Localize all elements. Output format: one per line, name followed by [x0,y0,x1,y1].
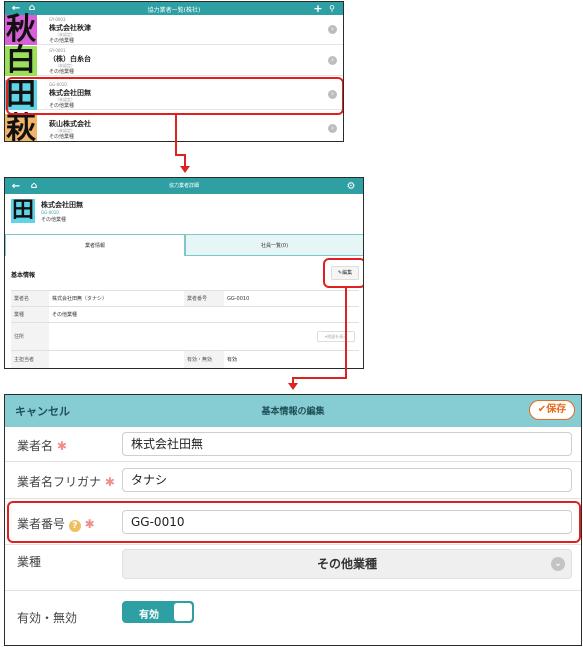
owner-value [49,351,184,368]
company-type: その他業種 [49,38,75,44]
industry-select[interactable]: その他業種 ⌄ [122,549,572,579]
field-row-kana: 業者名フリガナ ✱ タナシ [5,462,581,499]
field-row-name: 業者名 ✱ 株式会社田無 [5,427,581,462]
toggle-knob [174,603,192,621]
industry-select-value: その他業種 [316,557,377,571]
company-code: GG-0010 [41,210,59,215]
kana-label: 業者名フリガナ ✱ [17,475,115,489]
flow-arrow-head [288,383,298,390]
list-item[interactable]: 白 GY-0001 （株）白糸台 （未認定） その他業種 › [5,46,343,76]
name-input[interactable]: 株式会社田無 [122,432,572,456]
edit-title: 基本情報の編集 [261,407,325,417]
company-code: GY-0003 [49,17,66,22]
list-title: 協力業者一覧(株社) [147,7,201,14]
tab-company-info[interactable]: 業者情報 [5,234,185,256]
address-value [49,323,359,351]
industry-label: 業種 [11,307,49,323]
search-icon[interactable]: ⚲ [327,3,337,13]
company-type: その他業種 [49,69,75,75]
flow-arrow [345,287,347,378]
chevron-right-icon: › [328,56,337,65]
list-item[interactable]: 秋 GY-0003 株式会社秋津 （未認定） その他業種 › [5,15,343,45]
detail-screen: ← ⌂ 協力業者詳細 ⚙ 田 株式会社田無 GG-0010 その他業種 業者情報… [4,177,364,369]
company-name: 株式会社田無 [41,201,83,209]
number-field-highlight [7,501,581,543]
tab-employees[interactable]: 社員一覧(0) [185,234,363,256]
edit-button-highlight [323,258,363,288]
number-label: 業者番号 [184,291,224,307]
valid-toggle[interactable]: 有効 [122,601,194,623]
selected-row-highlight [6,77,343,115]
save-button-label: 保存 [546,404,567,415]
chevron-down-icon: ⌄ [551,557,565,571]
chevron-right-icon: › [328,124,337,133]
company-avatar: 萩 [5,111,37,142]
list-title-bar: ← ⌂ 協力業者一覧(株社) + ⚲ [5,2,343,15]
gear-icon[interactable]: ⚙ [345,180,357,192]
detail-title-bar: ← ⌂ 協力業者詳細 ⚙ [5,178,363,194]
number-value: GG-0010 [224,291,359,307]
valid-label: 有効・無効 [17,611,78,625]
detail-title: 協力業者詳細 [168,183,199,189]
name-value: 株式会社田無（タナシ） [49,291,184,307]
name-label: 業者名 [11,291,49,307]
valid-label: 有効・無効 [184,351,224,368]
valid-toggle-label: 有効 [139,610,159,621]
edit-screen: キャンセル 基本情報の編集 ✔保存 業者名 ✱ 株式会社田無 業者名フリガナ ✱… [4,394,582,646]
section-title: 基本情報 [11,272,36,279]
flow-arrow [292,377,347,379]
industry-label: 業種 [17,555,42,569]
edit-title-bar: キャンセル 基本情報の編集 ✔保存 [5,395,581,427]
company-avatar: 白 [5,43,37,78]
company-type: その他業種 [41,217,67,223]
add-icon[interactable]: + [313,2,323,15]
show-map-button[interactable]: ⌖地図を表示 [317,331,355,342]
list-screen: ← ⌂ 協力業者一覧(株社) + ⚲ 秋 GY-0003 株式会社秋津 （未認定… [4,1,344,142]
company-avatar: 秋 [5,12,37,47]
kana-input[interactable]: タナシ [122,468,572,492]
required-icon: ✱ [56,439,67,453]
save-button[interactable]: ✔保存 [529,400,575,420]
field-row-industry: 業種 その他業種 ⌄ [5,545,581,591]
required-icon: ✱ [104,475,115,489]
field-row-valid: 有効・無効 有効 [5,591,581,645]
info-table: 業者名 株式会社田無（タナシ） 業者番号 GG-0010 業種 その他業種 住所… [11,290,359,368]
industry-value: その他業種 [49,307,359,323]
company-type: その他業種 [49,134,75,140]
company-avatar: 田 [11,198,35,223]
chevron-right-icon: › [328,25,337,34]
address-label: 住所 [11,323,49,351]
list-item[interactable]: 萩 萩山株式会社 （未認定） その他業種 › [5,111,343,142]
check-icon: ✔ [537,404,547,415]
flow-arrow [184,154,186,166]
company-code: GY-0001 [49,48,66,53]
valid-value: 有効 [224,351,359,368]
flow-arrow-head [180,166,190,173]
name-label: 業者名 ✱ [17,439,67,453]
flow-arrow [175,113,177,155]
owner-label: 主担当者 [11,351,49,368]
